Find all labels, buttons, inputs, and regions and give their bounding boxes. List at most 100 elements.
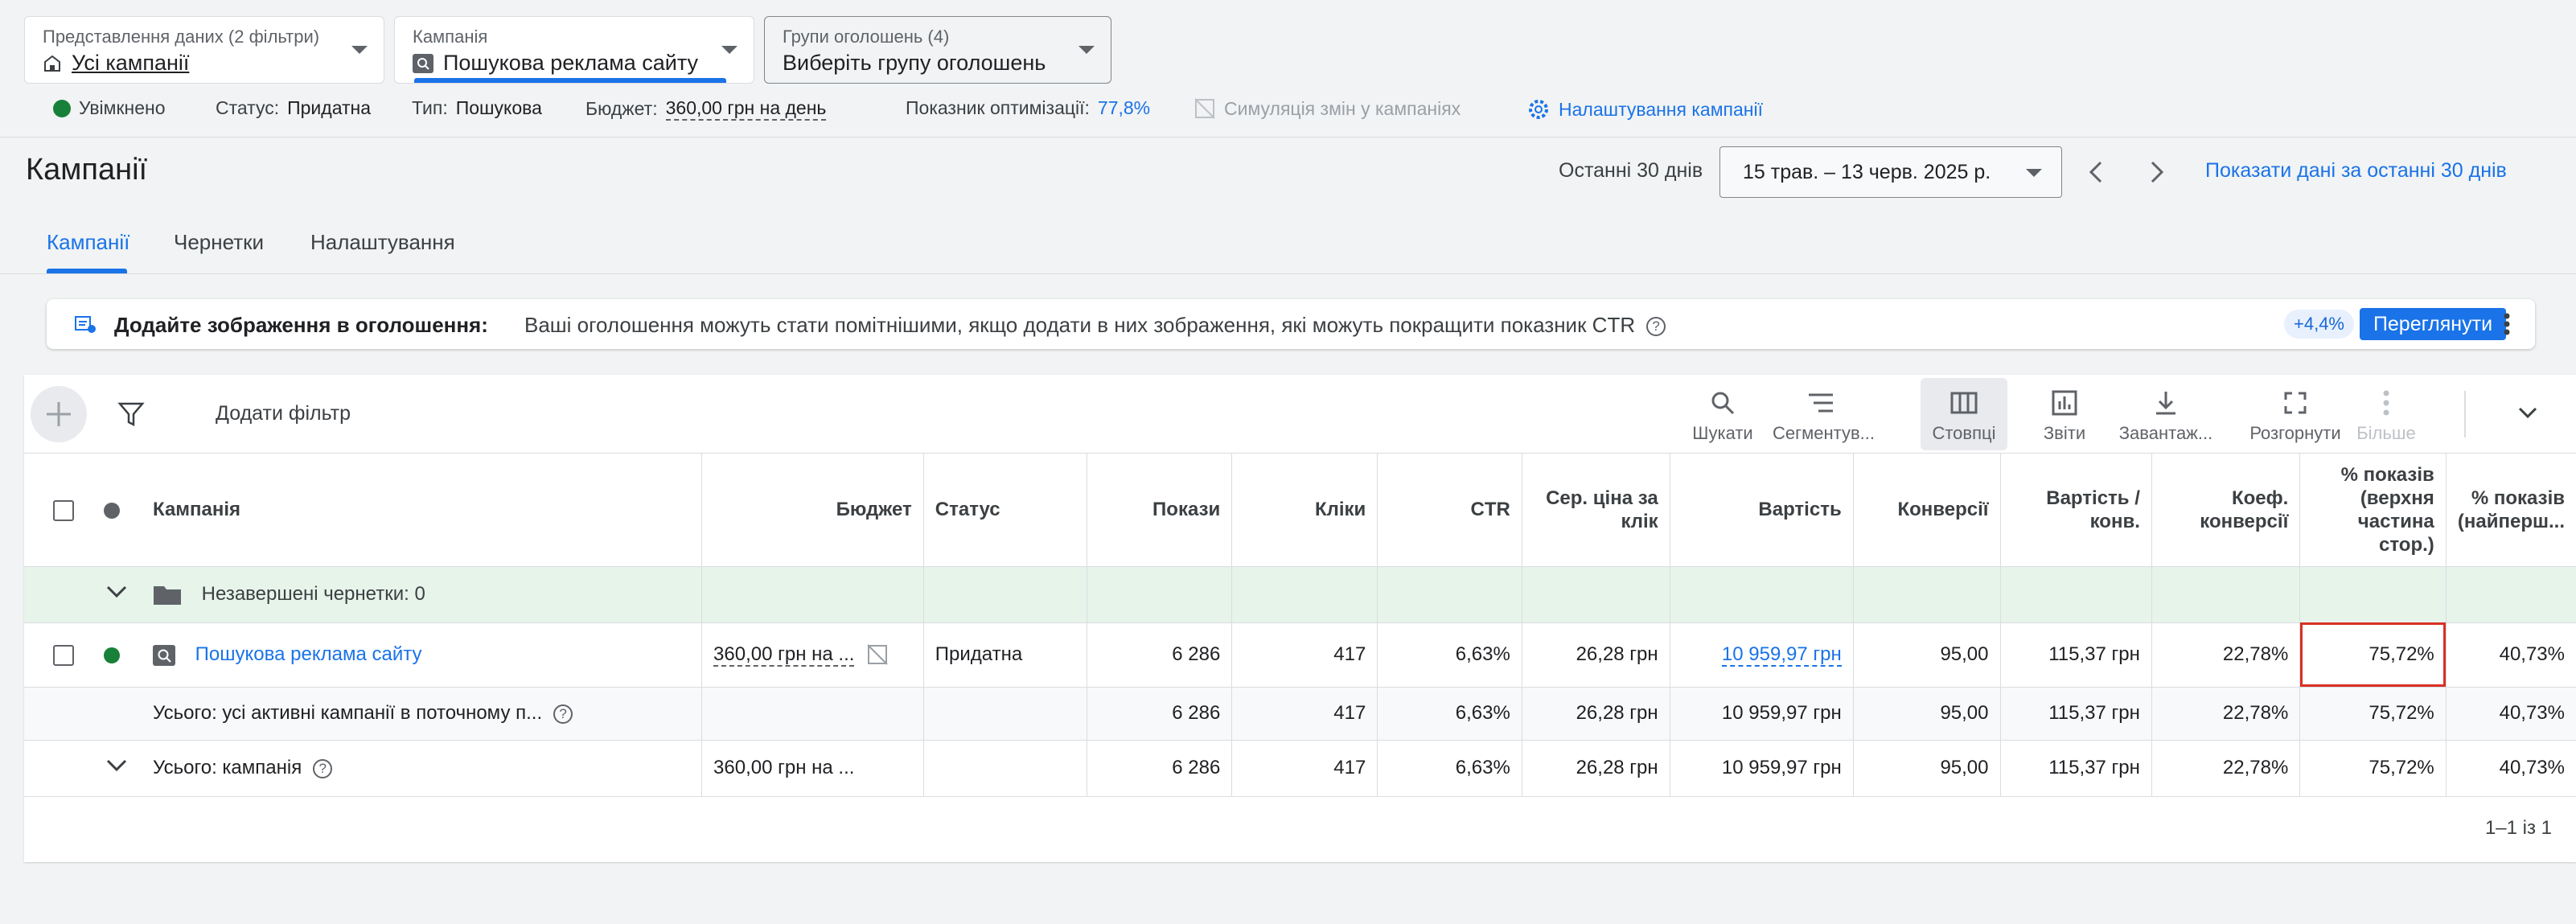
columns-icon: [1950, 392, 1978, 414]
table-row[interactable]: Пошукова реклама сайту 360,00 грн на ...…: [24, 622, 2576, 688]
campaigns-table: Кампанія Бюджет Статус Покази Кліки CTR …: [24, 454, 2576, 797]
draft-row[interactable]: Незавершені чернетки: 0: [24, 566, 2576, 623]
search-campaign-icon: [153, 644, 175, 666]
search-icon: [1711, 392, 1735, 415]
type-info: Тип: Пошукова: [412, 97, 542, 118]
tab-campaigns[interactable]: Кампанії: [47, 230, 129, 255]
segment-tool[interactable]: Сегментув...: [1773, 386, 1875, 444]
budget-info[interactable]: Бюджет: 360,00 грн на день: [585, 97, 827, 121]
divider: [0, 273, 2576, 274]
chevron-down-icon: [1078, 46, 1095, 54]
chevron-down-icon[interactable]: [105, 584, 129, 600]
adgroup-selector[interactable]: Групи оголошень (4) Виберіть групу оголо…: [764, 16, 1111, 84]
banner-message: Ваші оголошення можуть стати помітнішими…: [524, 313, 1666, 338]
ctr-uplift-badge: +4,4%: [2284, 310, 2354, 339]
search-campaign-icon: [413, 53, 433, 73]
chevron-down-icon: [351, 46, 368, 54]
download-tool[interactable]: Завантаж...: [2114, 386, 2218, 444]
add-filter-button[interactable]: Додати фільтр: [216, 402, 351, 425]
campaign-settings-link[interactable]: Налаштування кампанії: [1526, 97, 1763, 121]
header-status[interactable]: Статус: [923, 454, 1087, 567]
adgroup-selector-value: Виберіть групу оголошень: [783, 51, 1046, 75]
segment-icon: [1809, 393, 1833, 413]
add-button[interactable]: [31, 386, 87, 442]
view-button[interactable]: Переглянути: [2360, 308, 2506, 340]
store-icon: [44, 55, 60, 72]
header-impr-abs-top[interactable]: % показів (найперш...: [2446, 454, 2576, 567]
highlighted-cell: 75,72%: [2299, 622, 2447, 688]
fullscreen-icon: [2284, 392, 2307, 414]
chevron-down-icon[interactable]: [105, 758, 129, 774]
optimization-score[interactable]: Показник оптимізації: 77,8%: [906, 97, 1150, 119]
chevron-right-icon[interactable]: [2144, 158, 2168, 187]
folder-icon: [154, 586, 181, 606]
view-selector[interactable]: Представлення даних (2 фільтри) Усі камп…: [24, 16, 384, 84]
select-all-checkbox[interactable]: [53, 499, 74, 521]
status-cell: Придатна: [923, 622, 1087, 688]
divider: [0, 137, 2576, 138]
filter-icon[interactable]: [117, 400, 145, 428]
row-checkbox[interactable]: [53, 644, 74, 666]
more-vert-icon[interactable]: [2503, 312, 2511, 336]
budget-value[interactable]: 360,00 грн на день: [665, 97, 827, 121]
header-avg-cpc[interactable]: Сер. ціна за клік: [1522, 454, 1670, 567]
header-cost-per-conv[interactable]: Вартість / конв.: [2000, 454, 2152, 567]
header-clicks[interactable]: Кліки: [1231, 454, 1378, 567]
header-impr-top[interactable]: % показів (верхня частина стор.): [2299, 454, 2447, 567]
image-off-icon: [1194, 98, 1215, 119]
campaign-selector-label: Кампанія: [413, 27, 488, 47]
help-icon[interactable]: ?: [313, 758, 333, 778]
date-range-label: Останні 30 днів: [1559, 159, 1703, 182]
draft-label: Незавершені чернетки: 0: [201, 582, 425, 605]
toolbar-divider: [2464, 391, 2466, 437]
simulation-link[interactable]: Симуляція змін у кампаніях: [1194, 97, 1461, 120]
table-header-row: Кампанія Бюджет Статус Покази Кліки CTR …: [24, 454, 2576, 567]
bar-chart-icon: [2052, 390, 2077, 416]
gear-icon: [1529, 100, 1548, 119]
campaign-selector-value: Пошукова реклама сайту: [443, 51, 699, 75]
adgroup-selector-label: Групи оголошень (4): [783, 27, 950, 47]
banner-title: Додайте зображення в оголошення:: [114, 313, 488, 337]
image-off-icon: [867, 644, 888, 666]
image-suggestion-banner: Додайте зображення в оголошення: Ваші ог…: [47, 299, 2535, 349]
more-tool[interactable]: Більше: [2350, 386, 2422, 444]
total-campaign-row: Усього: кампанія? 360,00 грн на ... 6 28…: [24, 740, 2576, 797]
header-impressions[interactable]: Покази: [1087, 454, 1233, 567]
show-last-30-days-link[interactable]: Показати дані за останні 30 днів: [2205, 159, 2507, 183]
enabled-status[interactable]: Увімкнено: [53, 97, 166, 119]
header-campaign[interactable]: Кампанія: [140, 454, 703, 567]
help-icon[interactable]: ?: [553, 704, 573, 724]
table-toolbar: Додати фільтр Шукати Сегментув... Стовпц…: [24, 375, 2576, 454]
total-active-row: Усього: усі активні кампанії в поточному…: [24, 687, 2576, 741]
reports-tool[interactable]: Звіти: [2028, 386, 2101, 444]
tab-settings[interactable]: Налаштування: [310, 230, 455, 255]
enabled-dot-icon: [53, 99, 71, 117]
header-ctr[interactable]: CTR: [1377, 454, 1522, 567]
image-add-icon: [75, 316, 96, 333]
search-tool[interactable]: Шукати: [1674, 386, 1771, 444]
view-selector-value: Усі кампанії: [72, 51, 190, 75]
chevron-down-icon: [721, 46, 737, 54]
header-budget[interactable]: Бюджет: [701, 454, 924, 567]
header-conversions[interactable]: Конверсії: [1853, 454, 2001, 567]
date-range-picker[interactable]: 15 трав. – 13 черв. 2025 р.: [1719, 146, 2062, 198]
help-icon[interactable]: ?: [1646, 317, 1666, 337]
selected-indicator: [414, 78, 726, 83]
status-dot-icon: [103, 502, 120, 519]
tab-drafts[interactable]: Чернетки: [174, 230, 264, 255]
expand-tool[interactable]: Розгорнути: [2247, 386, 2344, 444]
header-conv-rate[interactable]: Коеф. конверсії: [2151, 454, 2301, 567]
chevron-down-icon: [2026, 169, 2042, 177]
page-title: Кампанії: [26, 153, 148, 187]
columns-tool[interactable]: Стовпці: [1921, 378, 2007, 450]
campaign-name-link[interactable]: Пошукова реклама сайту: [195, 643, 422, 665]
cost-link[interactable]: 10 959,97 грн: [1721, 643, 1842, 667]
enabled-dot-icon: [103, 647, 120, 663]
chevron-down-icon[interactable]: [2516, 404, 2540, 423]
status-info: Статус: Придатна: [216, 97, 372, 118]
campaign-selector[interactable]: Кампанія Пошукова реклама сайту: [394, 16, 754, 84]
view-selector-label: Представлення даних (2 фільтри): [43, 27, 320, 47]
budget-cell[interactable]: 360,00 грн на ...: [713, 643, 855, 667]
header-cost[interactable]: Вартість: [1670, 454, 1854, 567]
chevron-left-icon[interactable]: [2085, 158, 2109, 187]
